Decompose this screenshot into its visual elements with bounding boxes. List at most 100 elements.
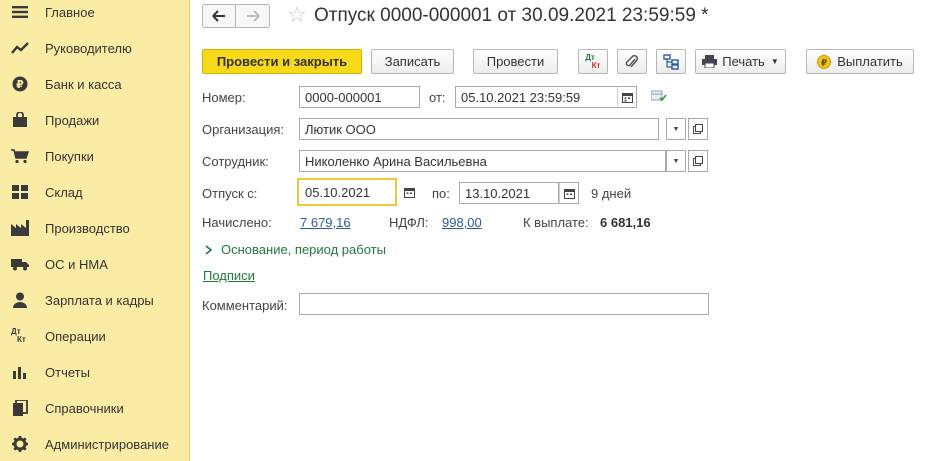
sidebar-item-manager[interactable]: Руководителю — [0, 30, 189, 66]
printer-icon — [702, 55, 718, 68]
comment-label: Комментарий: — [202, 298, 288, 313]
employee-field[interactable]: Николенко Арина Васильевна — [299, 150, 666, 172]
post-button[interactable]: Провести — [473, 49, 558, 74]
organization-field[interactable]: Лютик ООО — [299, 118, 659, 140]
vacation-start-field[interactable]: 05.10.2021 — [297, 178, 397, 206]
person-icon — [11, 291, 29, 309]
hierarchy-icon — [663, 53, 679, 70]
print-label: Печать — [722, 54, 765, 69]
svg-text:₽: ₽ — [821, 58, 827, 68]
vacation-start-calendar-button[interactable] — [397, 181, 421, 203]
back-button[interactable] — [202, 4, 236, 28]
sidebar-item-main[interactable]: Главное — [0, 0, 189, 30]
sidebar-item-fixed-assets[interactable]: ОС и НМА — [0, 246, 189, 282]
warehouse-grid-icon — [11, 183, 29, 201]
sidebar: Главное Руководителю ₽ Банк и касса Прод… — [0, 0, 190, 461]
to-pay-amount: 6 681,16 — [600, 215, 651, 230]
sidebar-item-salary[interactable]: Зарплата и кадры — [0, 282, 189, 318]
organization-dropdown-button[interactable]: ▼ — [666, 118, 686, 140]
sidebar-item-production[interactable]: Производство — [0, 210, 189, 246]
sidebar-item-operations[interactable]: Дт Кт Операции — [0, 318, 189, 354]
sidebar-item-label: Склад — [45, 184, 83, 200]
paperclip-icon — [625, 54, 639, 67]
accrued-amount-link[interactable]: 7 679,16 — [300, 215, 351, 230]
structure-button[interactable] — [656, 49, 686, 74]
sidebar-item-label: Администрирование — [45, 436, 169, 452]
sidebar-item-sales[interactable]: Продажи — [0, 102, 189, 138]
save-button[interactable]: Записать — [371, 49, 454, 74]
arrow-left-icon — [212, 10, 225, 22]
sidebar-item-reports[interactable]: Отчеты — [0, 354, 189, 390]
ndfl-amount-link[interactable]: 998,00 — [442, 215, 482, 230]
shopping-bag-icon — [11, 111, 29, 129]
pay-button[interactable]: ₽ Выплатить — [806, 49, 914, 74]
organization-open-button[interactable] — [688, 118, 708, 140]
vacation-end-field[interactable]: 13.10.2021 — [459, 182, 559, 204]
number-label: Номер: — [202, 90, 246, 105]
organization-label: Организация: — [202, 122, 285, 137]
number-field[interactable]: 0000-000001 — [299, 86, 420, 108]
date-from-label: от: — [429, 90, 446, 105]
open-form-icon — [693, 124, 703, 134]
signatures-link[interactable]: Подписи — [203, 268, 255, 283]
page-title: Отпуск 0000-000001 от 30.09.2021 23:59:5… — [314, 5, 709, 26]
chevron-down-icon: ▼ — [672, 125, 680, 133]
trend-icon — [11, 39, 29, 57]
sidebar-item-label: Справочники — [45, 400, 124, 416]
ruble-icon: ₽ — [11, 75, 29, 93]
forward-button[interactable] — [236, 4, 270, 28]
document-form: ☆ Отпуск 0000-000001 от 30.09.2021 23:59… — [191, 0, 934, 461]
sidebar-item-admin[interactable]: Администрирование — [0, 426, 189, 461]
sidebar-item-bank[interactable]: ₽ Банк и касса — [0, 66, 189, 102]
dt-kt-icon: Дт Кт — [11, 327, 29, 345]
sidebar-item-label: Продажи — [45, 112, 100, 128]
sidebar-item-warehouse[interactable]: Склад — [0, 174, 189, 210]
ndfl-label: НДФЛ: — [389, 215, 429, 230]
kt-label: Кт — [17, 335, 26, 344]
sidebar-item-label: Зарплата и кадры — [45, 292, 154, 308]
ruble-coin-icon: ₽ — [817, 54, 832, 69]
sidebar-item-label: Производство — [45, 220, 130, 236]
cart-icon — [11, 147, 29, 165]
calendar-icon — [621, 92, 633, 103]
print-button[interactable]: Печать ▼ — [695, 49, 786, 74]
comment-field[interactable] — [299, 293, 709, 315]
table-check-icon[interactable] — [650, 90, 667, 105]
sidebar-item-purchases[interactable]: Покупки — [0, 138, 189, 174]
vacation-from-label: Отпуск с: — [202, 186, 258, 201]
sidebar-item-label: Покупки — [45, 148, 94, 164]
dropdown-arrow-icon: ▼ — [770, 57, 779, 66]
post-and-close-button[interactable]: Провести и закрыть — [202, 49, 362, 74]
days-count: 9 дней — [591, 186, 632, 201]
calendar-icon — [403, 187, 415, 198]
to-pay-label: К выплате: — [523, 215, 589, 230]
sidebar-item-label: Банк и касса — [45, 76, 122, 92]
basis-expander[interactable]: Основание, период работы — [205, 242, 386, 257]
arrow-right-icon — [246, 10, 260, 22]
employee-open-button[interactable] — [688, 150, 708, 172]
factory-icon — [11, 219, 29, 237]
vacation-to-label: по: — [432, 186, 450, 201]
chevron-down-icon: ▼ — [672, 157, 680, 165]
kt-label: Кт — [591, 60, 601, 70]
sidebar-item-directories[interactable]: Справочники — [0, 390, 189, 426]
favorite-star-icon[interactable]: ☆ — [287, 4, 307, 26]
gear-icon — [11, 435, 29, 453]
document-date-field[interactable]: 05.10.2021 23:59:59 — [455, 86, 618, 108]
date-picker-button[interactable] — [617, 86, 637, 108]
bar-chart-icon — [11, 363, 29, 381]
employee-dropdown-button[interactable]: ▼ — [666, 150, 686, 172]
truck-icon — [11, 255, 29, 273]
sidebar-item-label: Операции — [45, 328, 106, 344]
sidebar-item-label: Отчеты — [45, 364, 90, 380]
attach-button[interactable] — [617, 49, 647, 74]
menu-icon — [11, 3, 29, 21]
svg-text:₽: ₽ — [16, 78, 24, 91]
books-icon — [11, 399, 29, 417]
dt-kt-button[interactable]: Дт Кт — [578, 49, 608, 74]
vacation-end-calendar-button[interactable] — [559, 182, 579, 204]
calendar-icon — [563, 188, 575, 199]
sidebar-item-label: Руководителю — [45, 40, 132, 56]
pay-label: Выплатить — [837, 54, 903, 69]
open-form-icon — [693, 156, 703, 166]
